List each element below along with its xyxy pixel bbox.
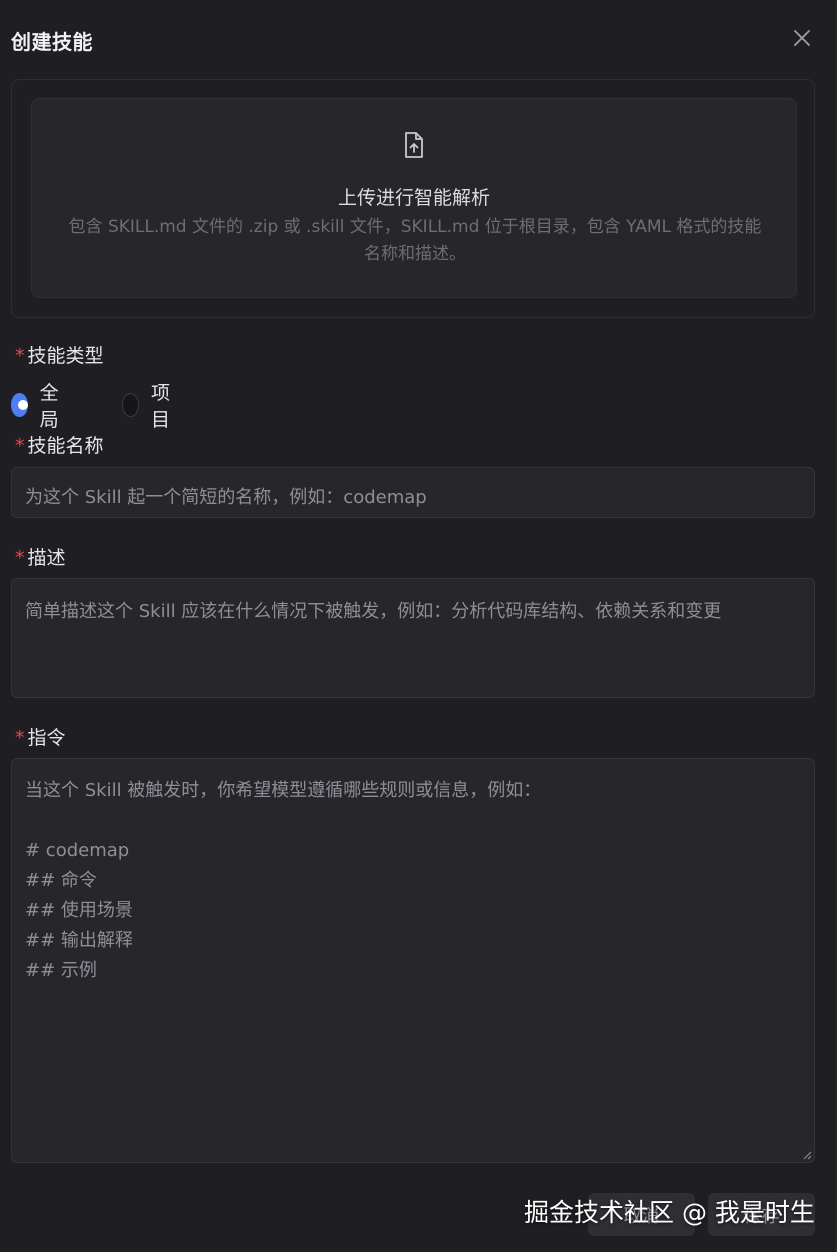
skill-name-label: * 技能名称 (15, 431, 104, 458)
watermark: 掘金技术社区 @ 我是时生 (524, 1198, 815, 1227)
required-mark: * (15, 435, 25, 457)
skill-type-label: * 技能类型 (15, 341, 104, 368)
description-placeholder: 简单描述这个 Skill 应该在什么情况下被触发，例如：分析代码库结构、依赖关系… (25, 601, 722, 622)
required-mark: * (15, 727, 25, 749)
skill-type-label-text: 技能类型 (27, 345, 104, 367)
radio-global-label: 全局 (39, 382, 59, 431)
description-label-text: 描述 (27, 547, 66, 569)
required-mark: * (15, 345, 25, 367)
instructions-label-text: 指令 (27, 727, 66, 749)
radio-global[interactable]: 全局 (11, 378, 66, 432)
upload-dropzone[interactable]: 上传进行智能解析 包含 SKILL.md 文件的 .zip 或 .skill 文… (31, 98, 797, 298)
instructions-placeholder: 当这个 Skill 被触发时，你希望模型遵循哪些规则或信息，例如： # code… (25, 780, 542, 981)
skill-name-input[interactable]: 为这个 Skill 起一个简短的名称，例如：codemap (11, 467, 815, 518)
upload-section: 上传进行智能解析 包含 SKILL.md 文件的 .zip 或 .skill 文… (11, 79, 815, 318)
resize-handle-icon[interactable] (800, 1148, 812, 1160)
radio-project-label: 项目 (151, 382, 171, 431)
skill-name-label-text: 技能名称 (27, 435, 104, 457)
create-skill-dialog: 创建技能 上传进行智能解析 包含 SKILL.md 文件的 .zip 或 .sk… (0, 0, 837, 1252)
close-button[interactable] (788, 24, 816, 52)
dialog-title: 创建技能 (11, 30, 93, 54)
upload-title: 上传进行智能解析 (337, 187, 490, 209)
radio-project[interactable]: 项目 (122, 378, 177, 432)
upload-hint: 包含 SKILL.md 文件的 .zip 或 .skill 文件，SKILL.m… (68, 217, 762, 264)
description-label: * 描述 (15, 543, 66, 570)
skill-name-placeholder: 为这个 Skill 起一个简短的名称，例如：codemap (25, 487, 427, 508)
radio-unchecked-icon (122, 393, 140, 417)
instructions-label: * 指令 (15, 723, 66, 750)
file-upload-icon (405, 132, 423, 158)
description-textarea[interactable]: 简单描述这个 Skill 应该在什么情况下被触发，例如：分析代码库结构、依赖关系… (11, 578, 815, 698)
required-mark: * (15, 547, 25, 569)
instructions-textarea[interactable]: 当这个 Skill 被触发时，你希望模型遵循哪些规则或信息，例如： # code… (11, 758, 815, 1163)
close-icon (794, 30, 810, 46)
radio-checked-icon (11, 393, 28, 417)
